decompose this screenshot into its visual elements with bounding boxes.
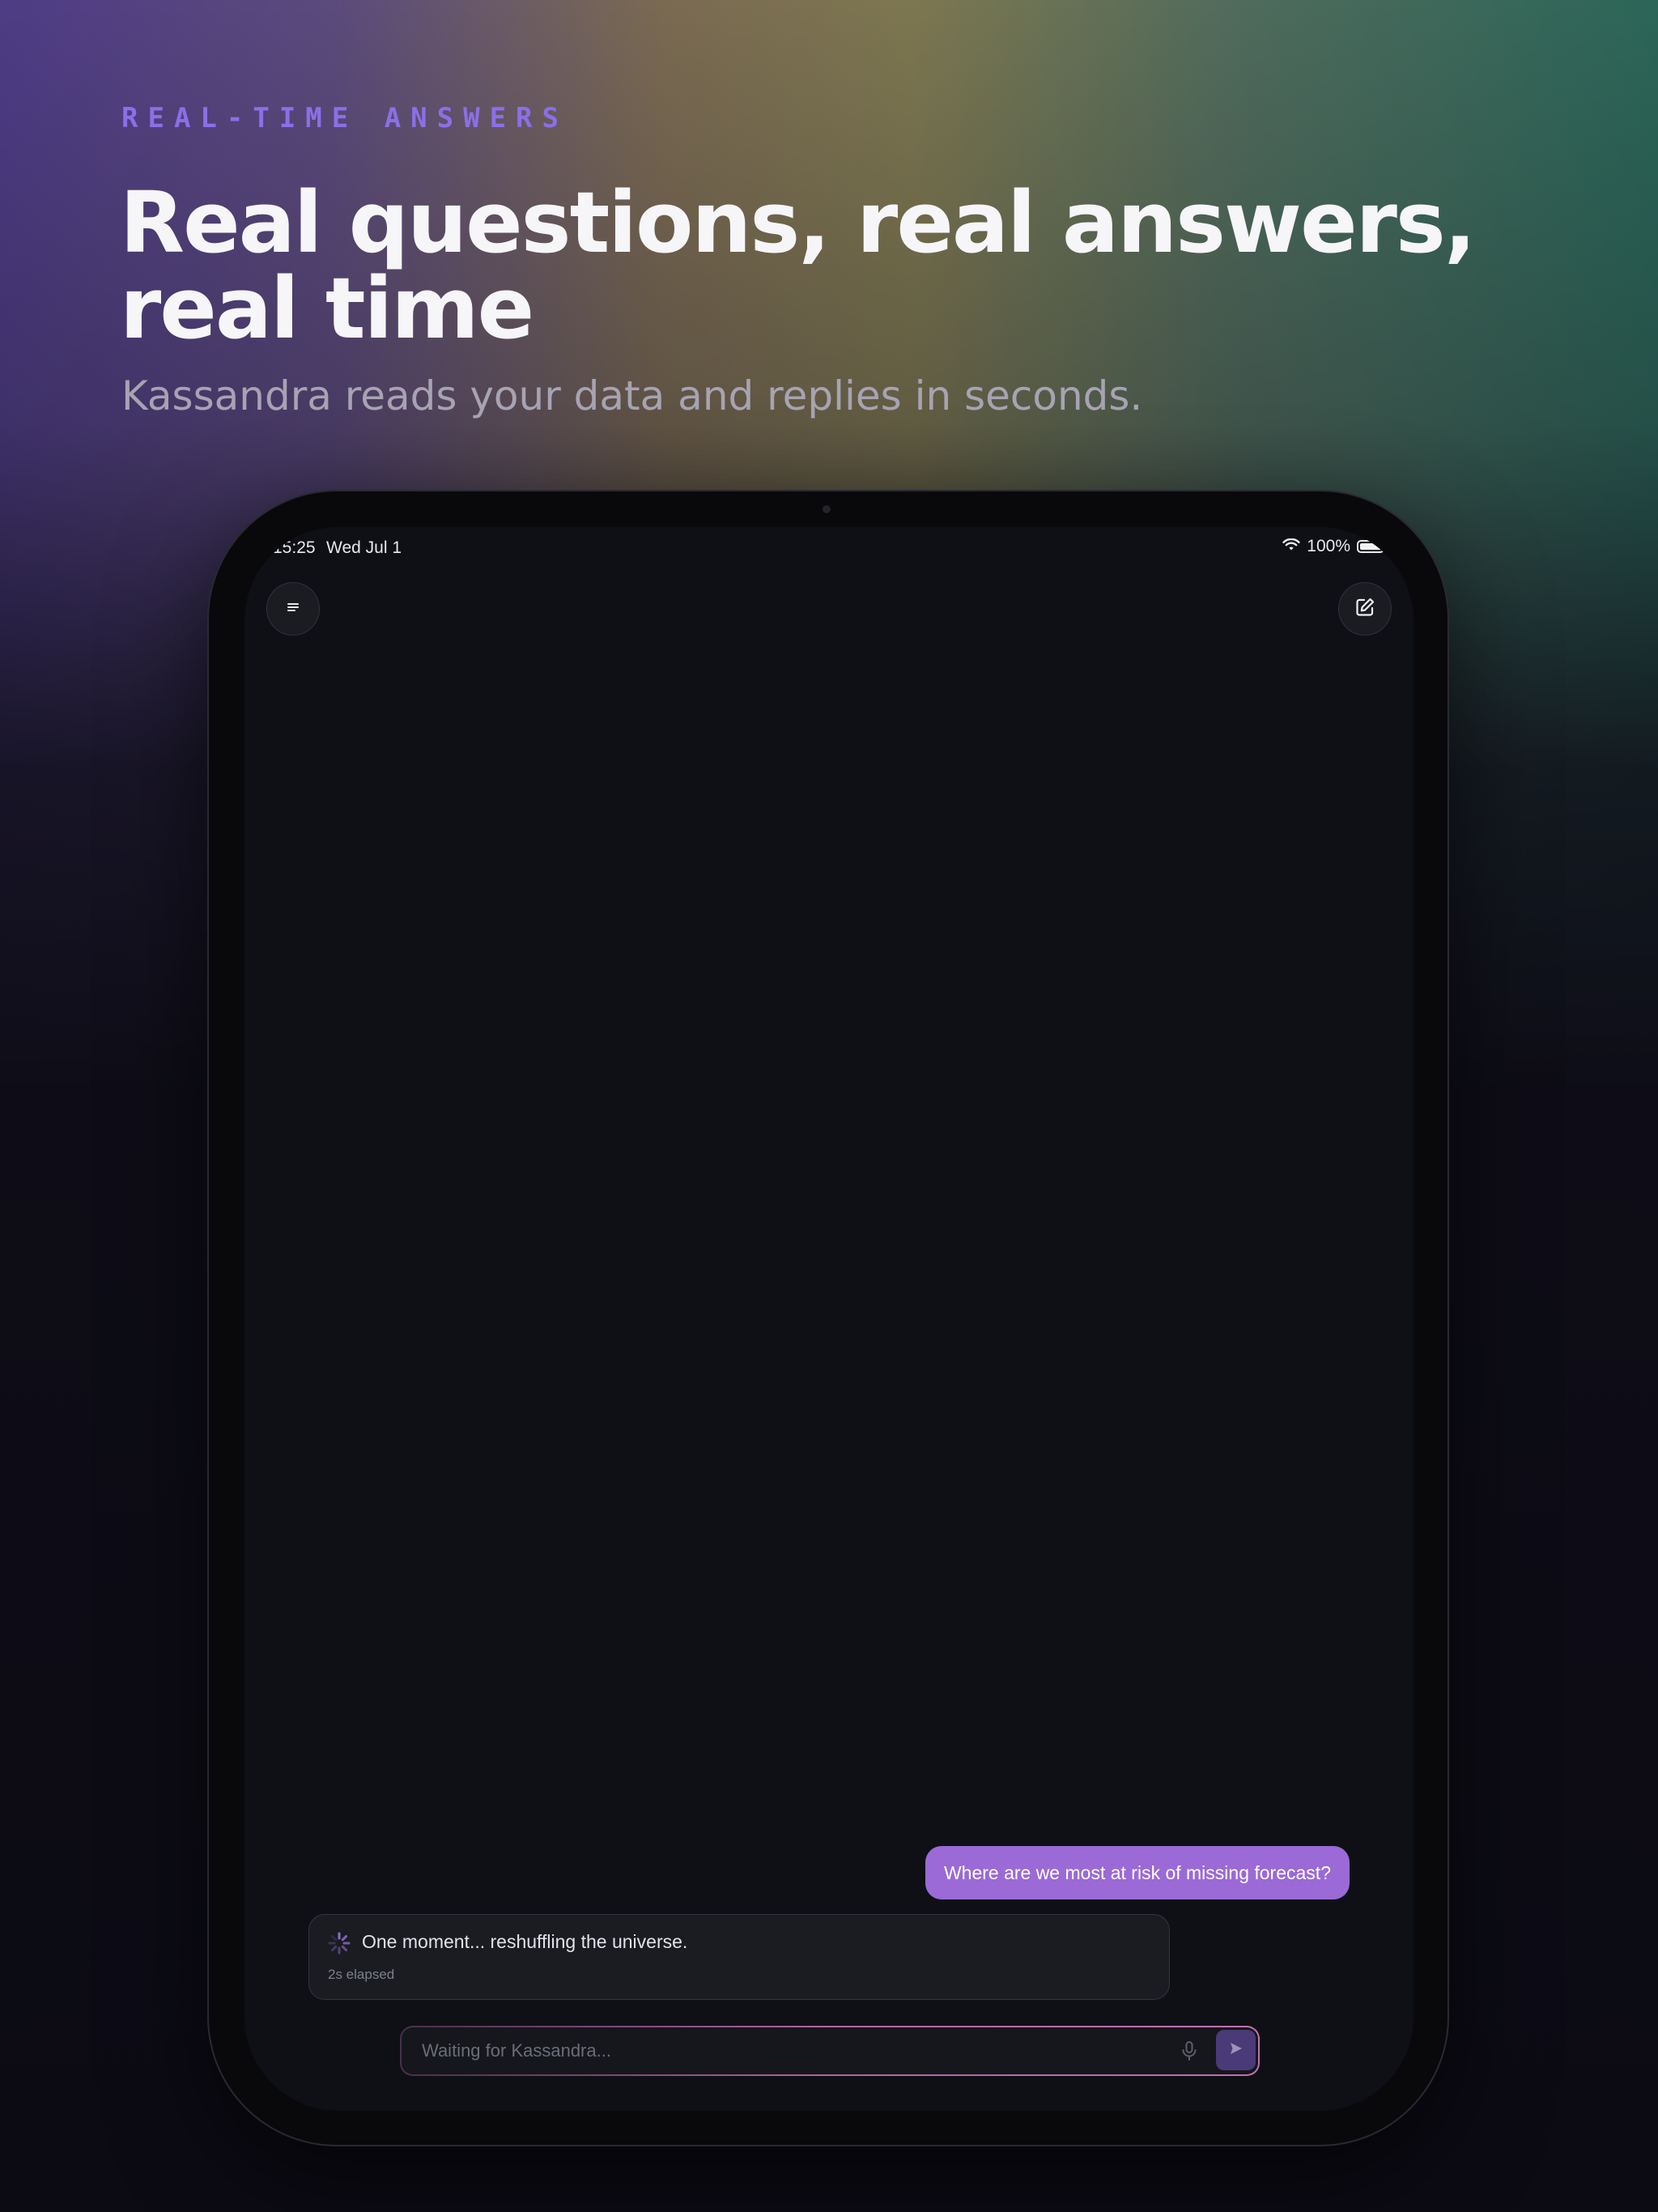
loading-spinner-icon	[327, 1931, 351, 1955]
hero-headline: Real questions, real answers, real time	[120, 173, 1476, 358]
app-screen: 15:25 Wed Jul 1 100% Where are we most a…	[244, 527, 1414, 2111]
send-button[interactable]	[1216, 2030, 1256, 2070]
tablet-device: 15:25 Wed Jul 1 100% Where are we most a…	[207, 490, 1449, 2146]
menu-icon	[283, 598, 303, 621]
assistant-status-text: One moment... reshuffling the universe.	[362, 1931, 688, 1952]
camera-dot	[823, 505, 831, 513]
message-input[interactable]: Waiting for Kassandra...	[402, 2027, 1258, 2074]
menu-button[interactable]	[266, 582, 320, 636]
status-date: Wed Jul 1	[326, 538, 402, 557]
new-chat-button[interactable]	[1338, 582, 1392, 636]
battery-icon	[1357, 540, 1387, 553]
input-placeholder: Waiting for Kassandra...	[422, 2040, 611, 2061]
assistant-reply-card: One moment... reshuffling the universe. …	[308, 1914, 1170, 2000]
battery-percent: 100%	[1307, 537, 1350, 555]
compose-icon	[1354, 596, 1376, 623]
status-time: 15:25	[273, 538, 316, 557]
eyebrow-label: REAL-TIME ANSWERS	[121, 102, 568, 134]
wifi-icon	[1282, 537, 1300, 556]
status-indicators: 100%	[1282, 537, 1387, 556]
battery-fill	[1360, 543, 1381, 550]
user-message-bubble: Where are we most at risk of missing for…	[925, 1846, 1350, 1899]
message-input-border: Waiting for Kassandra...	[400, 2026, 1260, 2076]
elapsed-time: 2s elapsed	[328, 1967, 395, 1982]
resize-corner-icon	[1375, 2074, 1407, 2106]
send-icon	[1228, 2040, 1244, 2061]
mic-icon[interactable]	[1177, 2039, 1201, 2063]
hero-subhead: Kassandra reads your data and replies in…	[121, 372, 1143, 419]
